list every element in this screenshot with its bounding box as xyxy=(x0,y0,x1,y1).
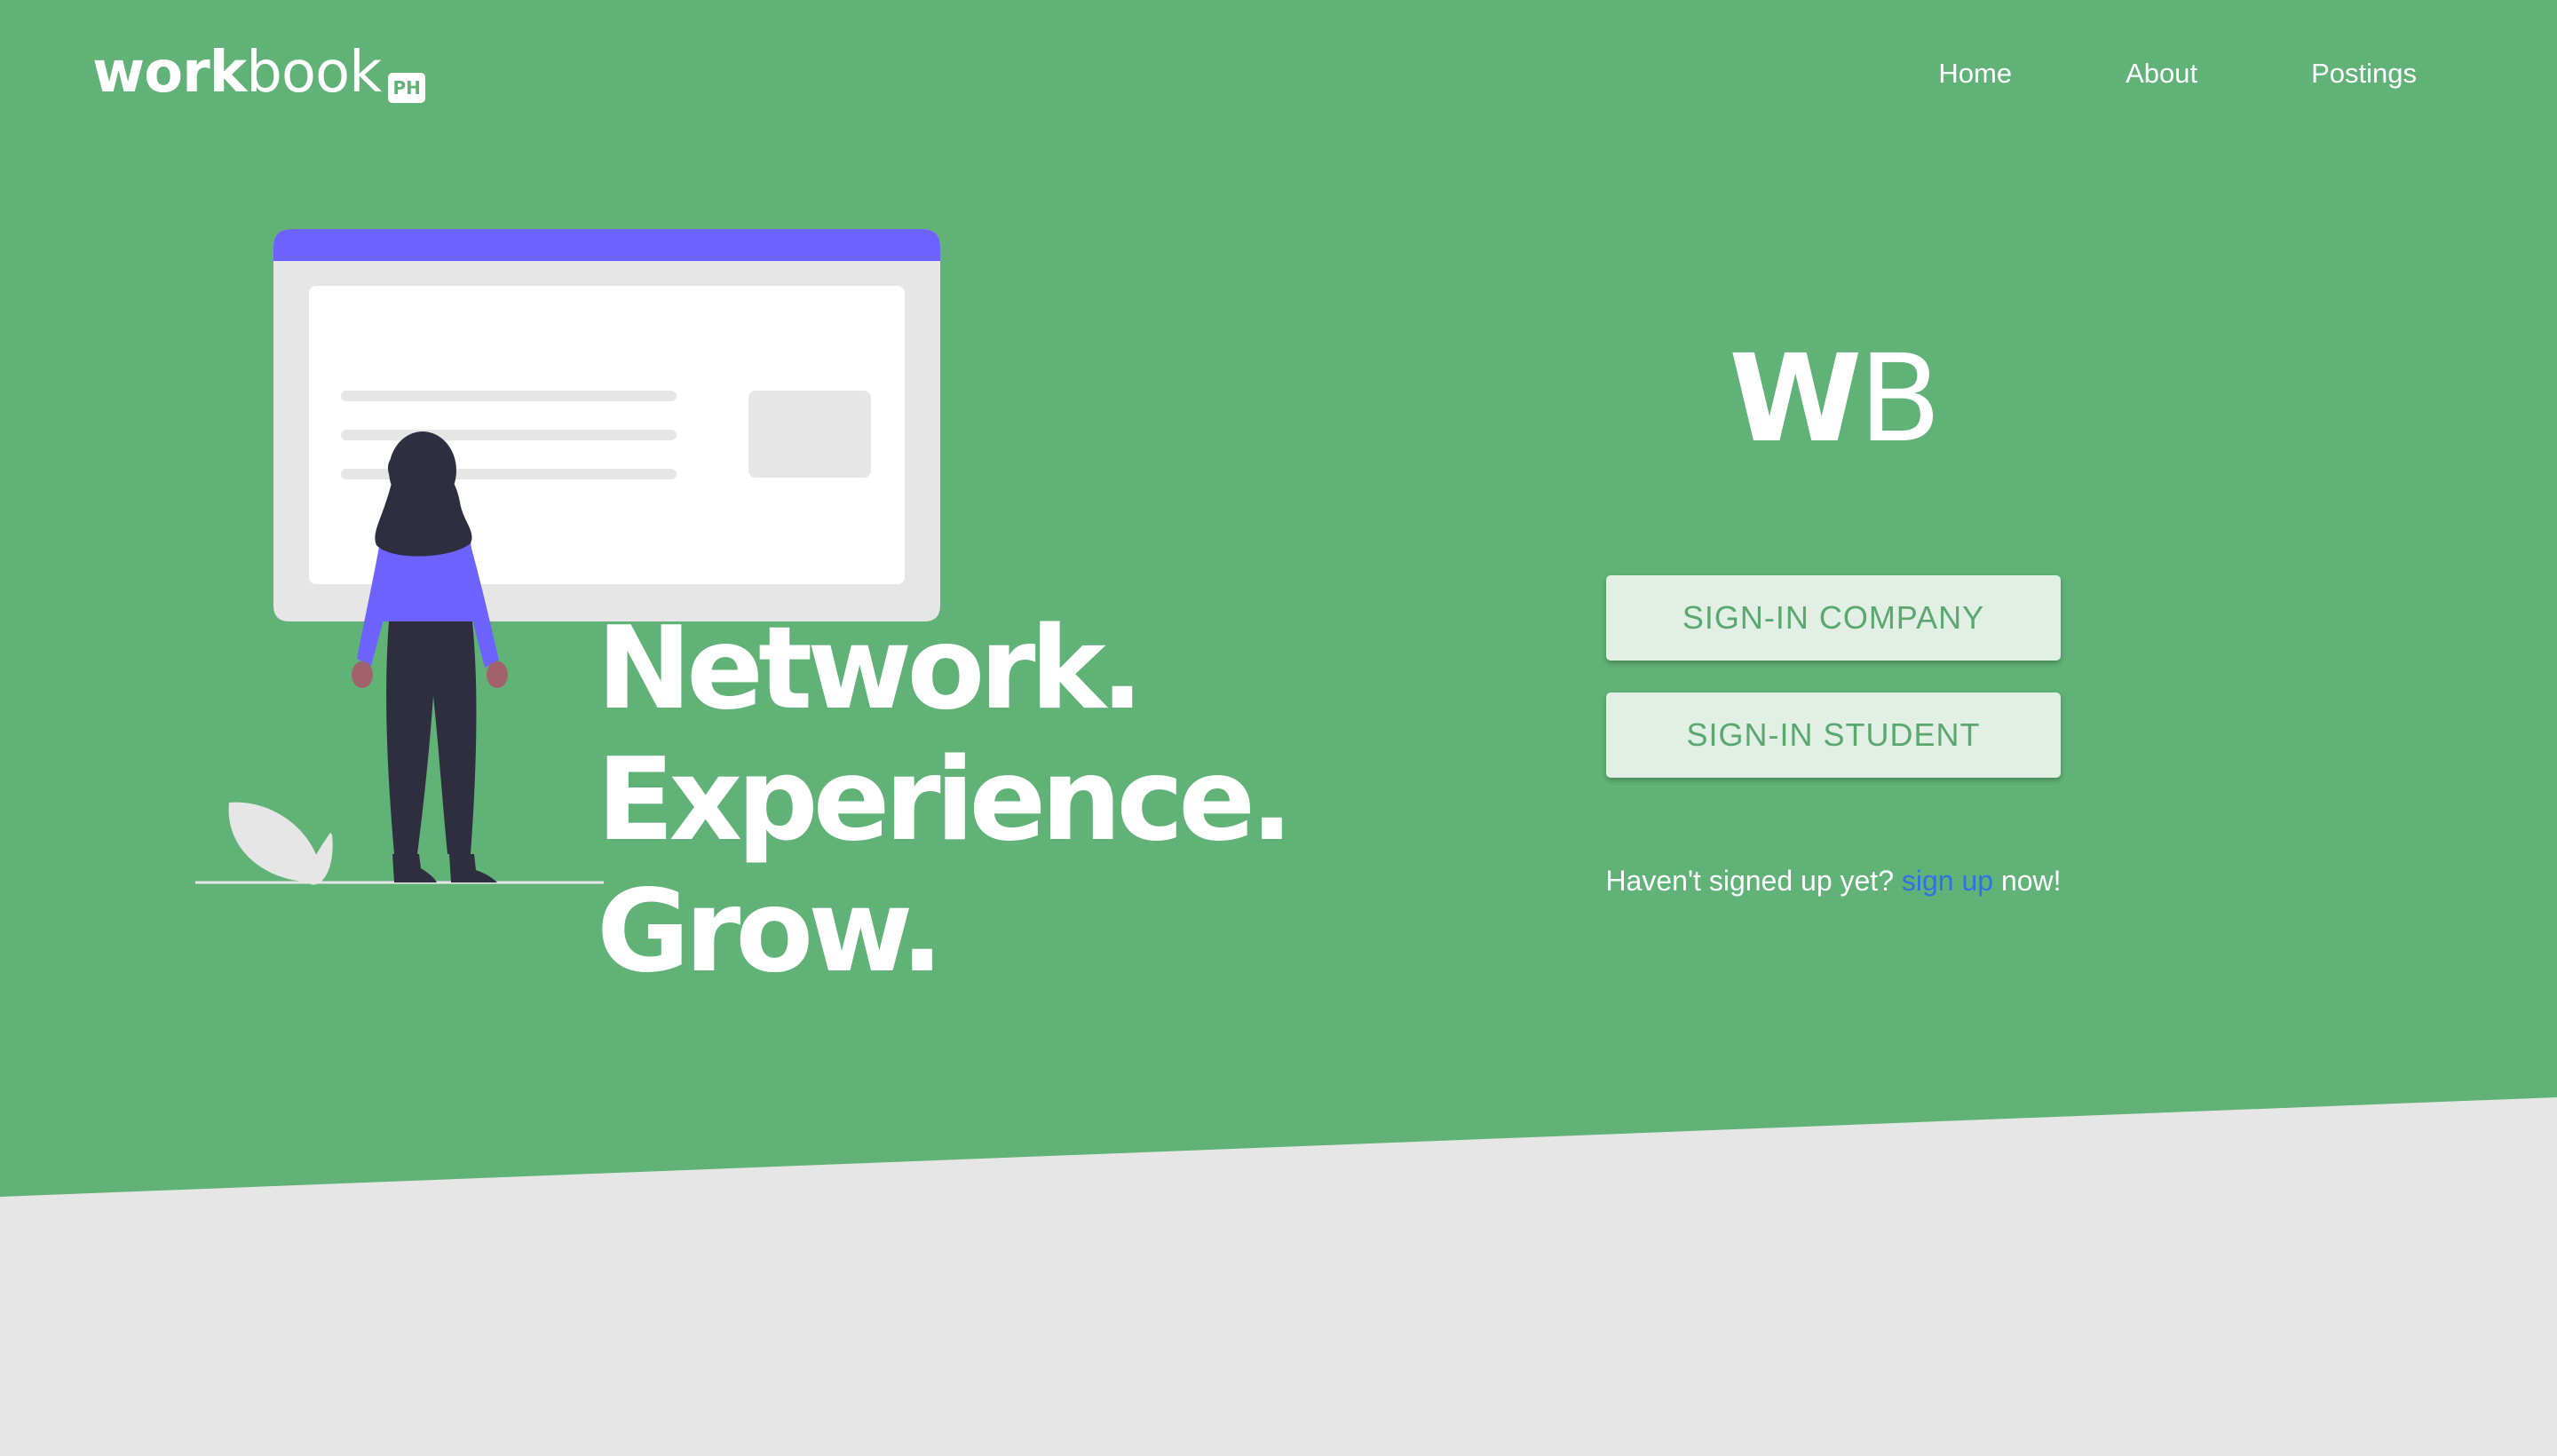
signin-student-button[interactable]: SIGN-IN STUDENT xyxy=(1606,692,2061,778)
browser-window-graphic xyxy=(273,229,940,621)
navbar: work book PH Home About Postings xyxy=(0,0,2557,151)
signup-suffix-text: now! xyxy=(2000,865,2062,897)
signup-link[interactable]: sign up xyxy=(1902,865,1993,897)
hero-tagline: Network. Experience. Grow. xyxy=(597,603,1294,998)
brand-badge: PH xyxy=(388,73,426,103)
brand-text-regular: book xyxy=(246,40,382,106)
wb-logo: WB xyxy=(1509,328,2157,471)
plant-graphic xyxy=(228,802,333,885)
nav-menu: Home About Postings xyxy=(1938,55,2417,92)
signin-company-button[interactable]: SIGN-IN COMPANY xyxy=(1606,575,2061,661)
signup-prompt: Haven't signed up yet? sign up now! xyxy=(1509,861,2157,900)
brand-logo[interactable]: work book PH xyxy=(92,37,426,108)
nav-link-home[interactable]: Home xyxy=(1938,55,2012,92)
brand-text-bold: work xyxy=(92,40,247,106)
nav-link-postings[interactable]: Postings xyxy=(2311,55,2417,92)
signup-prefix-text: Haven't signed up yet? xyxy=(1605,865,1894,897)
tagline-line-grow: Grow. xyxy=(597,866,944,998)
nav-link-about[interactable]: About xyxy=(2126,55,2197,92)
wb-logo-regular: B xyxy=(1858,329,1941,470)
wb-logo-bold: W xyxy=(1729,329,1862,470)
tagline-line-experience: Experience. xyxy=(597,734,1294,866)
tagline-line-network: Network. xyxy=(597,603,1144,735)
signin-panel: WB SIGN-IN COMPANY SIGN-IN STUDENT Haven… xyxy=(1509,328,2157,929)
